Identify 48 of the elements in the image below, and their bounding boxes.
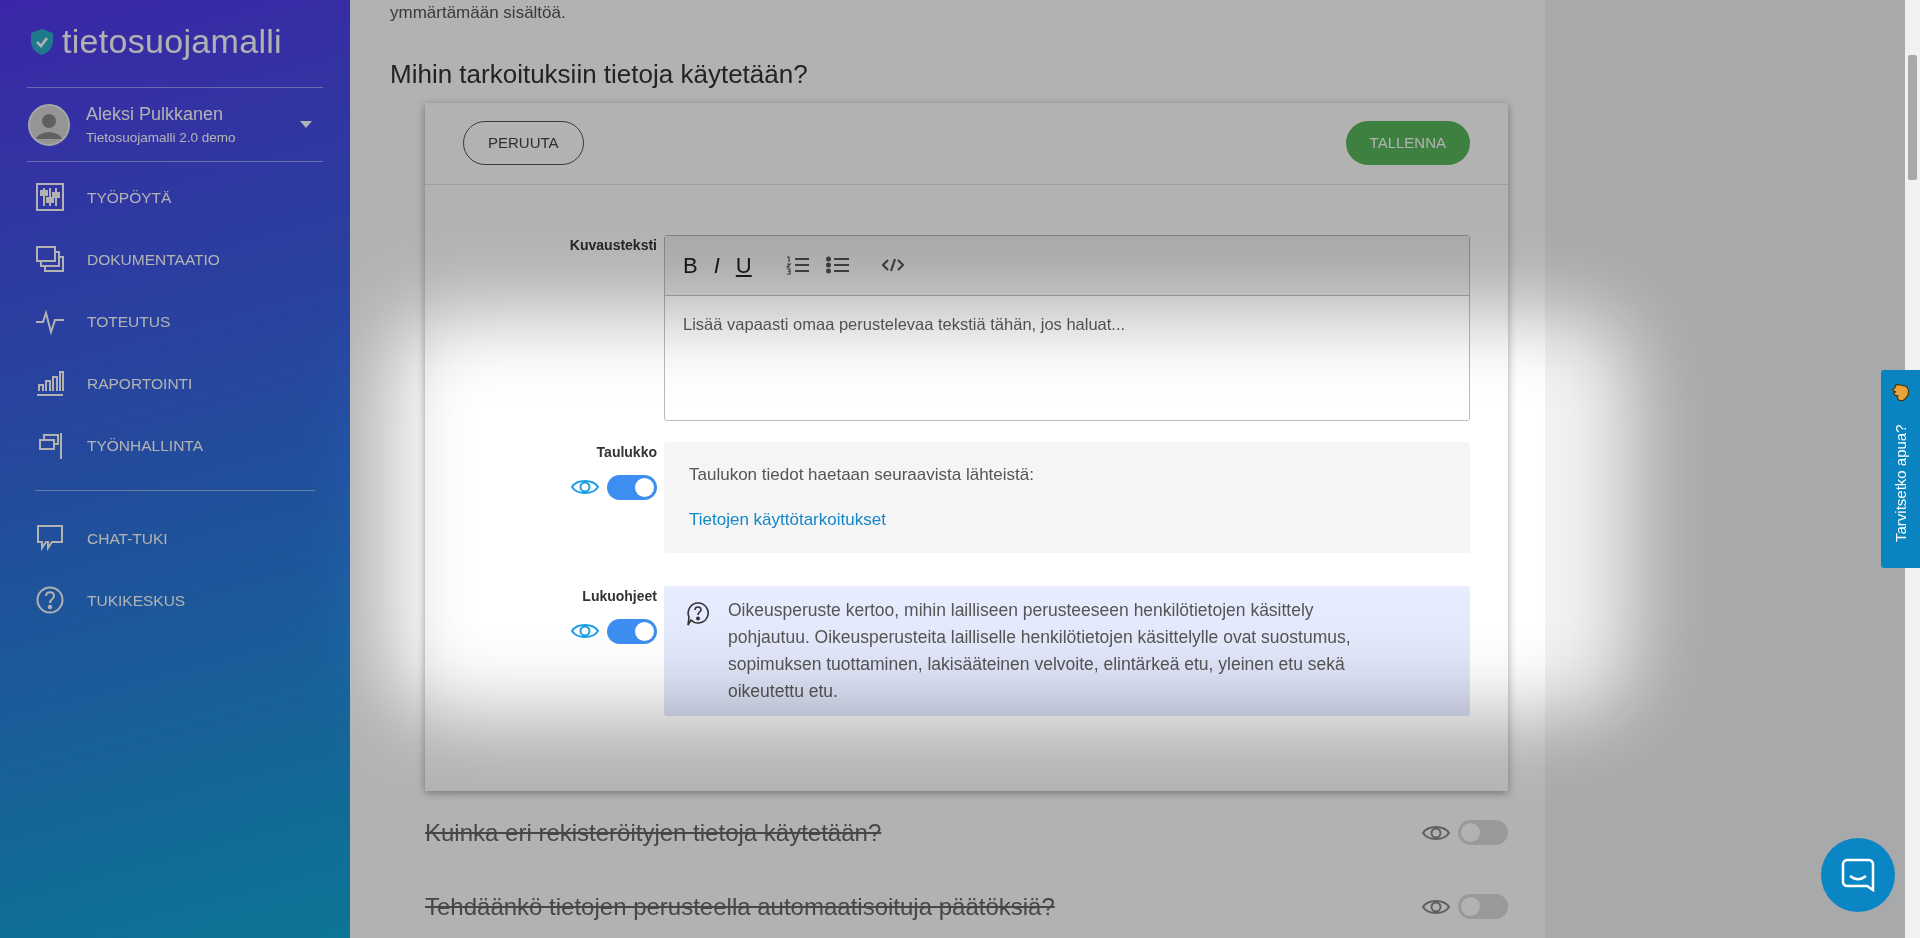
- source-link[interactable]: Tietojen käyttötarkoitukset: [689, 510, 886, 530]
- cancel-button[interactable]: PERUUTA: [463, 121, 584, 166]
- nav-item[interactable]: CHAT-TUKI: [0, 507, 350, 570]
- section-title: Mihin tarkoituksiin tietoja käytetään?: [390, 58, 809, 90]
- nav-item[interactable]: TYÖPÖYTÄ: [0, 166, 350, 229]
- avatar-icon: [28, 103, 70, 146]
- format-button[interactable]: U: [735, 248, 752, 282]
- nav-icon: [36, 245, 64, 274]
- info-text: Taulukon tiedot haetaan seuraavista lähteistä:: [689, 463, 1035, 486]
- help-tab[interactable]: Tarvitsetko apua?: [1881, 370, 1920, 568]
- nav-item[interactable]: TUKIKESKUS: [0, 569, 350, 632]
- format-button[interactable]: I: [713, 248, 720, 282]
- field-label: Kuvausteksti: [568, 235, 657, 255]
- text-editor[interactable]: B I U Lisää vapaasti omaa perustelevaa tekstiä tähän, jos haluat...: [664, 234, 1470, 421]
- toggle-switch[interactable]: [1458, 894, 1508, 920]
- intro-text: ymmärtämään sisältöä.: [390, 2, 567, 24]
- waving-hand-icon: [1892, 383, 1910, 403]
- toggle-switch[interactable]: [1458, 820, 1508, 846]
- chat-icon: [1841, 858, 1875, 892]
- save-button[interactable]: TALLENNA: [1345, 121, 1470, 166]
- organization-name: Tietosuojamalli 2.0 demo: [86, 129, 237, 147]
- numbered-list-icon: [785, 255, 810, 276]
- question-bubble-icon: [686, 600, 710, 627]
- nav-item[interactable]: TOTEUTUS: [0, 290, 350, 353]
- nav-icon: [36, 183, 64, 212]
- toggle-switch[interactable]: [607, 474, 657, 500]
- user-name: Aleksi Pulkkanen: [86, 103, 225, 126]
- nav-item[interactable]: DOKUMENTAATIO: [0, 228, 350, 291]
- nav-icon: [36, 586, 64, 615]
- nav-item[interactable]: RAPORTOINTI: [0, 352, 350, 415]
- format-button[interactable]: B: [683, 248, 698, 282]
- field-label: Lukuohjeet: [581, 586, 657, 606]
- nav-item[interactable]: TYÖNHALLINTA: [0, 414, 350, 477]
- bullet-list-icon: [825, 255, 850, 276]
- hint-text: Oikeusperuste kertoo, mihin lailliseen perusteeseen henkilötietojen käsittely pohjautuu. Oikeusperusteita lailliselle henkilötietojen käsittelylle ovat suostumus, sopimuksen tuottaminen, lakisääteinen velvoite, elintärkeä etu, yleinen etu sekä oikeutettu etu.: [728, 598, 1352, 703]
- field-label: Taulukko: [595, 442, 657, 462]
- nav-icon: [36, 369, 64, 398]
- code-icon: [881, 257, 904, 274]
- caret-icon: [300, 121, 312, 129]
- logo-text: tietosuojamalli: [62, 21, 282, 62]
- section-title: Kuinka eri rekisteröityjen tietoja käytetään?: [425, 817, 882, 848]
- scrollbar[interactable]: [1905, 0, 1920, 370]
- shield-logo-icon: [30, 27, 54, 56]
- nav-icon: [36, 524, 64, 553]
- help-tab-text: Tarvitsetko apua?: [1890, 424, 1910, 543]
- section-title: Tehdäänkö tietojen perusteella automaatisoituja päätöksiä?: [425, 891, 1055, 922]
- nav-icon: [36, 431, 64, 460]
- toggle-switch[interactable]: [607, 618, 657, 644]
